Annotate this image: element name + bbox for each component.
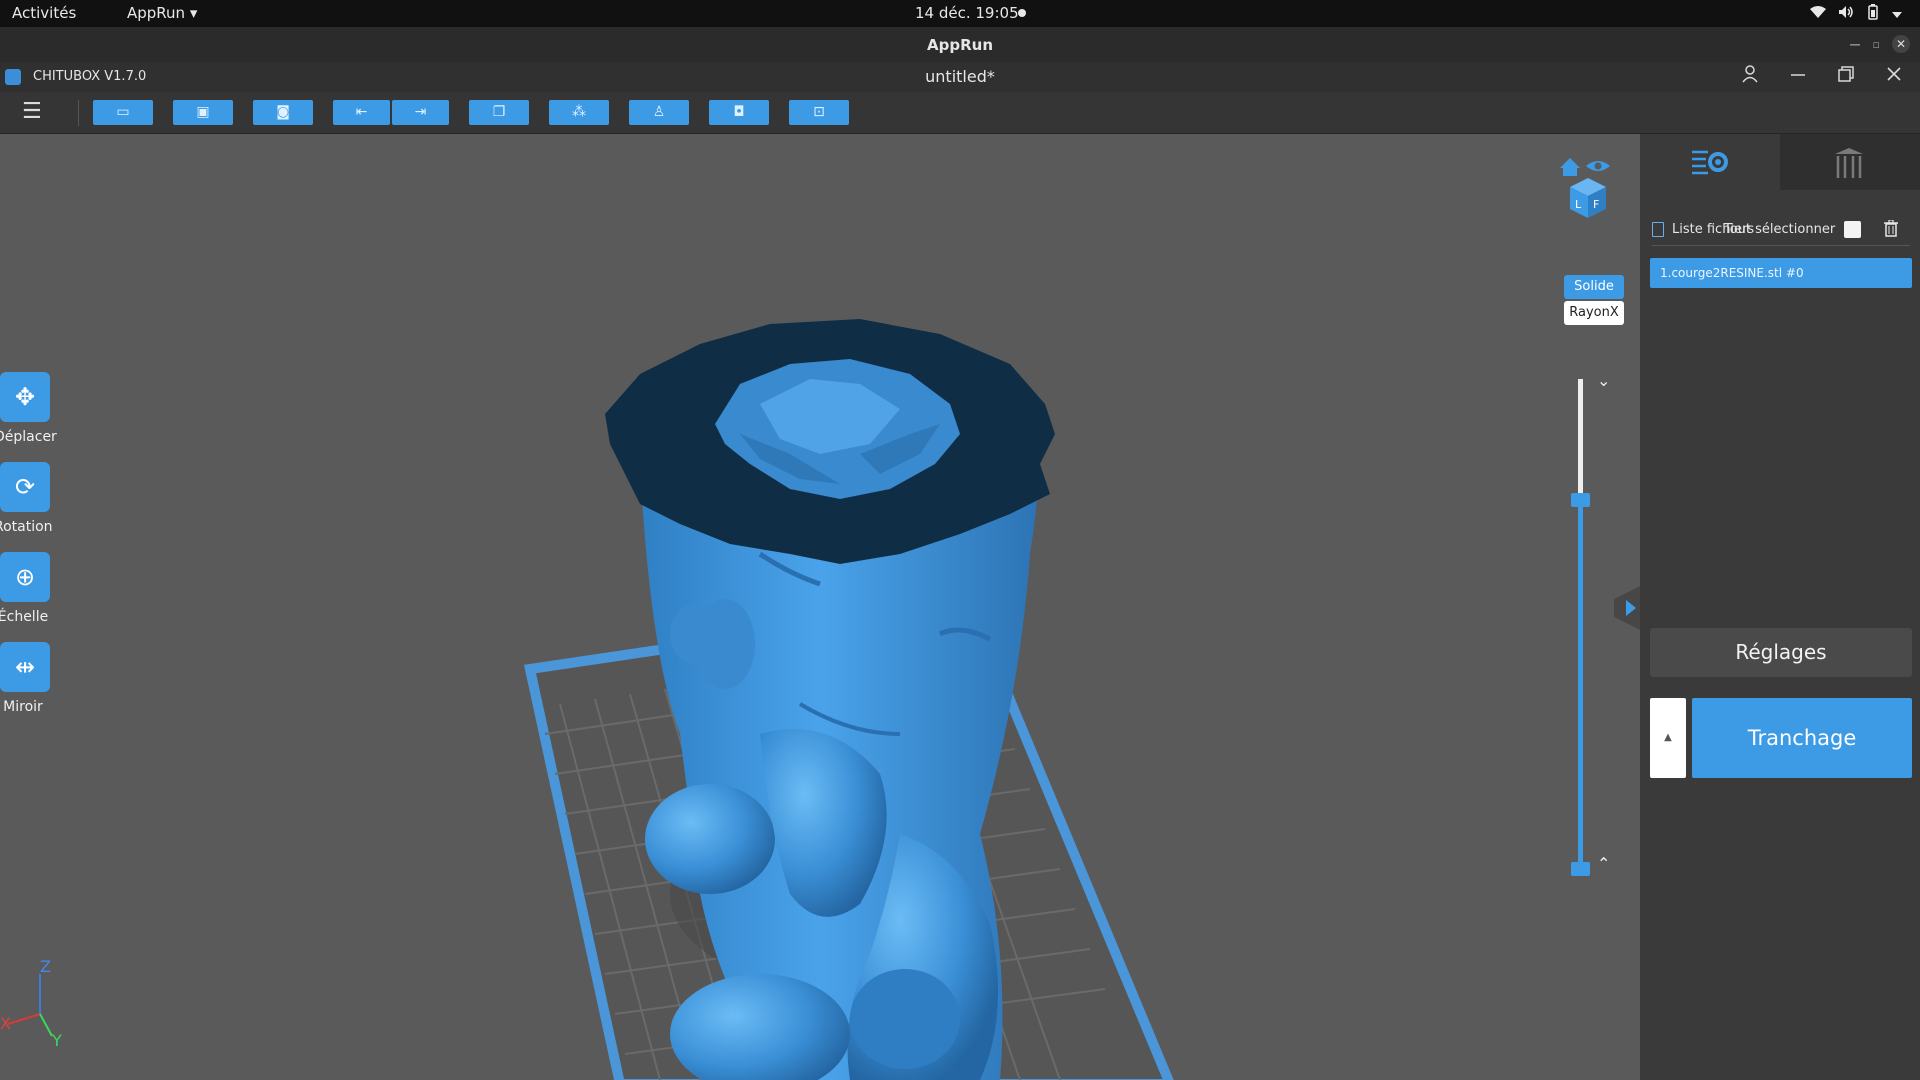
undo-icon: ⇤ [355,104,368,120]
layout-icon: ⁂ [572,104,586,120]
outer-window-title: AppRun [927,36,993,54]
mirror-icon[interactable]: ⇹ [0,642,50,692]
main-toolbar: ☰ ▭ ▣ ◙ ⇤ ⇥ ❐ ⁂ ♙ ◘ ⊡ [0,92,1920,134]
tool-scale[interactable]: ⊕ Échelle [0,552,52,625]
select-all-label: Tout sélectionner [1724,222,1836,237]
chevron-down-icon[interactable]: ⌄ [1597,371,1610,390]
hollow-icon: ◘ [733,104,745,120]
cube-icon[interactable]: L F [1570,178,1606,218]
auto-layout-button[interactable]: ⁂ [549,100,609,125]
select-all-checkbox[interactable] [1844,221,1861,238]
slice-button[interactable]: Tranchage [1692,698,1912,778]
folder-icon: ▭ [116,104,130,120]
xray-mode-button[interactable]: RayonX [1564,301,1624,325]
save-icon: ▣ [196,104,210,120]
axis-y-label: Y [51,1031,62,1050]
battery-icon [1866,4,1880,24]
redo-icon: ⇥ [414,104,427,120]
support-structure-icon [1832,146,1866,186]
app-titlebar: CHITUBOX V1.7.0 untitled* [0,62,1920,92]
export-icon: ⊡ [813,104,825,120]
screenshot-icon: ◙ [276,104,290,120]
support-icon: ♙ [652,104,666,120]
list-settings-icon [1692,148,1730,182]
view-cube[interactable]: L F [1558,152,1618,222]
tool-rotation-label: Rotation [0,519,53,535]
move-icon[interactable]: ✥ [0,372,50,422]
app-close-icon[interactable] [1886,65,1902,88]
right-panel: Liste fichiers Tout sélectionner 1.courg… [1614,134,1920,1080]
outer-window-controls: — ▫ ✕ [1850,35,1910,53]
undo-button[interactable]: ⇤ [333,100,390,125]
file-list-icon [1652,222,1664,237]
system-tray[interactable] [1810,4,1902,24]
activities-button[interactable]: Activités [12,4,76,22]
layer-slider-bottom-handle[interactable] [1571,862,1590,876]
solid-mode-button[interactable]: Solide [1564,275,1624,299]
axis-x-label: X [0,1014,11,1033]
eye-icon[interactable] [1586,161,1610,171]
redo-button[interactable]: ⇥ [392,100,449,125]
clock[interactable]: 14 déc. 19:05 [915,4,1019,22]
scene-canvas[interactable] [0,134,1640,1080]
tab-supports[interactable] [1780,134,1920,190]
3d-viewport[interactable]: ✥ Déplacer ⟳ Rotation ⊕ Échelle ⇹ Miroir… [0,134,1640,1080]
screenshot-button[interactable]: ◙ [253,100,313,125]
tool-mirror-label: Miroir [3,699,43,715]
settings-button[interactable]: Réglages [1650,628,1912,677]
chevron-down-icon [1892,5,1902,23]
layer-slider-track[interactable] [1578,499,1583,869]
document-title: untitled* [925,67,995,86]
copy-button[interactable]: ❐ [469,100,529,125]
scale-icon[interactable]: ⊕ [0,552,50,602]
close-icon[interactable]: ✕ [1892,35,1910,53]
tool-mirror[interactable]: ⇹ Miroir [0,642,52,715]
triangle-right-icon [1626,600,1636,616]
file-list-header: Liste fichiers Tout sélectionner [1652,219,1910,244]
gnome-top-bar: Activités AppRun ▾ 14 déc. 19:05 [0,0,1920,27]
toolbar-divider [78,100,79,126]
axis-z-label: Z [40,957,51,976]
notification-dot [1018,9,1026,17]
open-file-button[interactable]: ▭ [93,100,153,125]
svg-text:L: L [1575,198,1582,211]
tool-move-label: Déplacer [0,429,57,445]
export-button[interactable]: ⊡ [789,100,849,125]
outer-window-titlebar: AppRun — ▫ ✕ [0,27,1920,62]
chevron-up-icon[interactable]: ⌃ [1597,854,1610,873]
layer-slider-top-handle[interactable] [1571,493,1590,507]
home-icon[interactable] [1560,158,1580,176]
minimize-icon[interactable]: — [1850,38,1861,51]
copy-icon: ❐ [492,104,506,120]
list-item[interactable]: 1.courge2RESINE.stl #0 [1650,258,1912,288]
app-restore-icon[interactable] [1838,65,1854,88]
slice-options-button[interactable]: ▲ [1650,698,1686,778]
save-button[interactable]: ▣ [173,100,233,125]
axes-indicator: Z X Y [0,957,62,1050]
file-list-divider [1652,245,1910,246]
trash-icon[interactable] [1884,219,1898,241]
tool-rotation[interactable]: ⟳ Rotation [0,462,53,535]
maximize-icon[interactable]: ▫ [1873,38,1880,51]
app-window-controls [1742,65,1902,88]
tool-scale-label: Échelle [0,609,49,625]
supports-button[interactable]: ♙ [629,100,689,125]
wifi-icon [1810,5,1826,23]
app-menu-button[interactable]: AppRun ▾ [127,4,197,22]
caret-up-icon: ▲ [1664,732,1672,743]
volume-icon [1838,5,1854,23]
svg-text:F: F [1593,198,1599,211]
tool-move[interactable]: ✥ Déplacer [0,372,57,445]
hollow-button[interactable]: ◘ [709,100,769,125]
hamburger-menu-icon[interactable]: ☰ [22,101,42,123]
app-minimize-icon[interactable] [1790,65,1806,88]
tab-settings[interactable] [1640,134,1780,190]
user-icon[interactable] [1742,65,1758,88]
layer-slider-track-upper[interactable] [1578,379,1583,499]
rotate-icon[interactable]: ⟳ [0,462,50,512]
